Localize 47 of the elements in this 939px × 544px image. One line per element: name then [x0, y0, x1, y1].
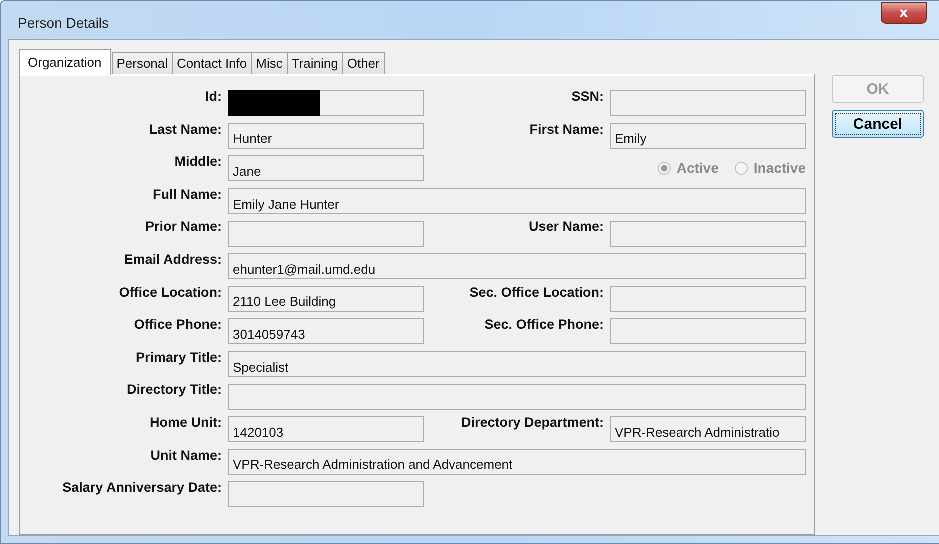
field-label: Last Name: [148, 120, 222, 137]
field-label: Email Address: [123, 250, 222, 267]
input-field[interactable]: Jane [228, 155, 424, 182]
window-title: Person Details [17, 14, 110, 31]
input-field[interactable] [228, 90, 424, 116]
field-label: Office Phone: [133, 316, 222, 332]
field-label: Directory Department: [460, 414, 604, 430]
input-field[interactable]: VPR-Research Administration and Advancement [228, 448, 806, 475]
field-label: Office Location: [118, 284, 222, 300]
field-label: Primary Title: [134, 348, 222, 365]
field-label: Prior Name: [144, 218, 222, 234]
close-button[interactable]: x [881, 2, 927, 24]
input-field[interactable]: Specialist [228, 351, 806, 378]
input-field[interactable]: ehunter1@mail.umd.edu [228, 253, 806, 280]
input-field[interactable] [610, 318, 806, 344]
input-field[interactable]: Emily Jane Hunter [228, 188, 806, 214]
field-label: Home Unit: [149, 414, 222, 430]
field-label: Sec. Office Phone: [484, 316, 604, 332]
tab[interactable]: Other [342, 52, 385, 74]
input-field[interactable] [228, 481, 424, 508]
field-label: Id: [204, 88, 222, 104]
input-field[interactable] [610, 220, 806, 247]
input-field[interactable] [610, 90, 806, 116]
input-field[interactable]: Hunter [228, 122, 424, 149]
input-field[interactable] [228, 384, 806, 410]
field-label: Middle: [174, 153, 222, 170]
tab[interactable]: Organization [19, 49, 111, 75]
input-field[interactable]: 3014059743 [228, 318, 424, 344]
field-label: Unit Name: [150, 446, 222, 463]
field-label: Directory Title: [126, 381, 222, 398]
tab[interactable]: Training [286, 52, 344, 74]
input-field[interactable] [228, 220, 424, 247]
input-field[interactable]: 1420103 [228, 416, 424, 442]
tab[interactable]: Misc [251, 52, 288, 74]
input-field[interactable] [610, 286, 806, 312]
tab[interactable]: Contact Info [172, 52, 252, 74]
tab[interactable]: Personal [112, 52, 174, 74]
field-label: Full Name: [152, 186, 222, 202]
field-label: User Name: [528, 218, 604, 234]
input-field[interactable]: VPR-Research Administratio [610, 416, 806, 442]
field-label: SSN: [570, 88, 604, 104]
field-label: Sec. Office Location: [468, 284, 604, 300]
dialog-button[interactable]: Cancel [832, 110, 924, 138]
input-field[interactable]: Emily [610, 122, 806, 149]
input-field[interactable]: 2110 Lee Building [228, 286, 424, 312]
field-label: Salary Anniversary Date: [62, 479, 222, 496]
field-label: First Name: [528, 120, 604, 137]
